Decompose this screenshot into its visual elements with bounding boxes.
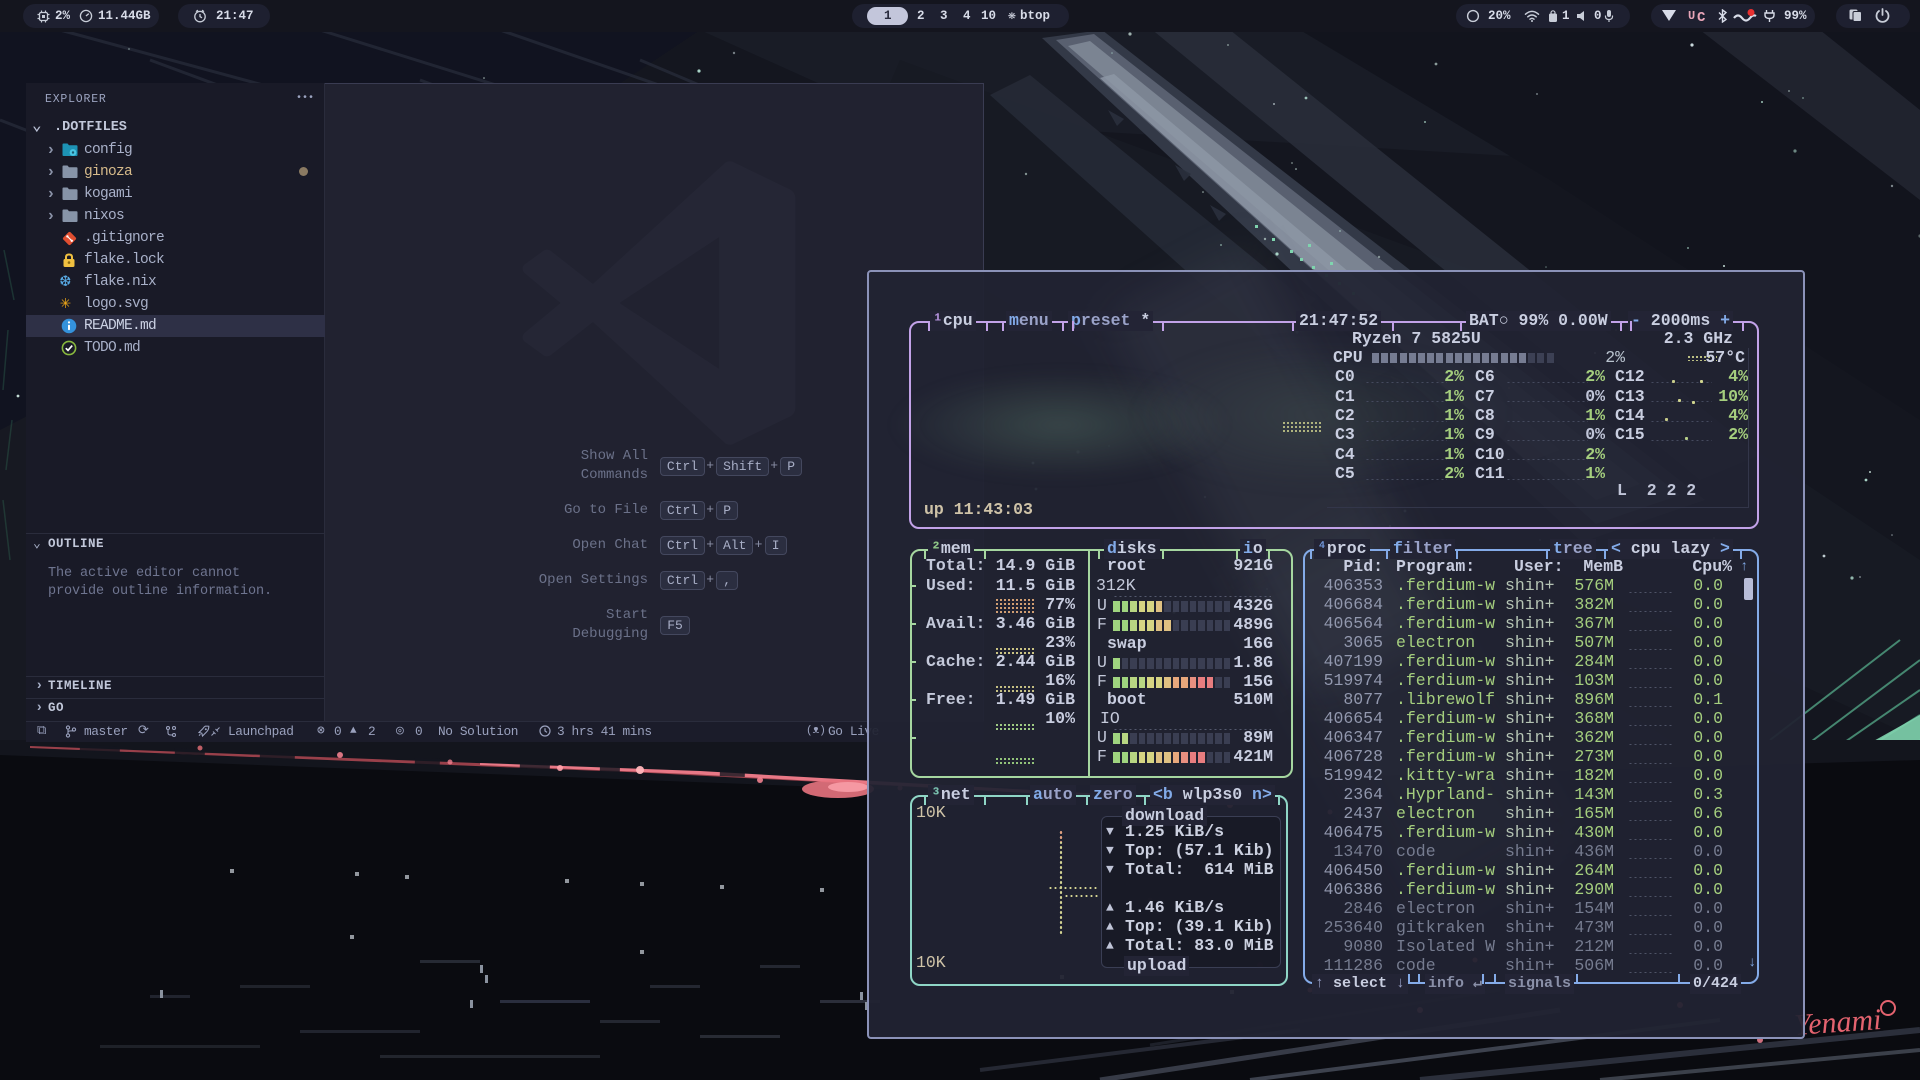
svg-text:Yenami: Yenami bbox=[1793, 1003, 1882, 1042]
